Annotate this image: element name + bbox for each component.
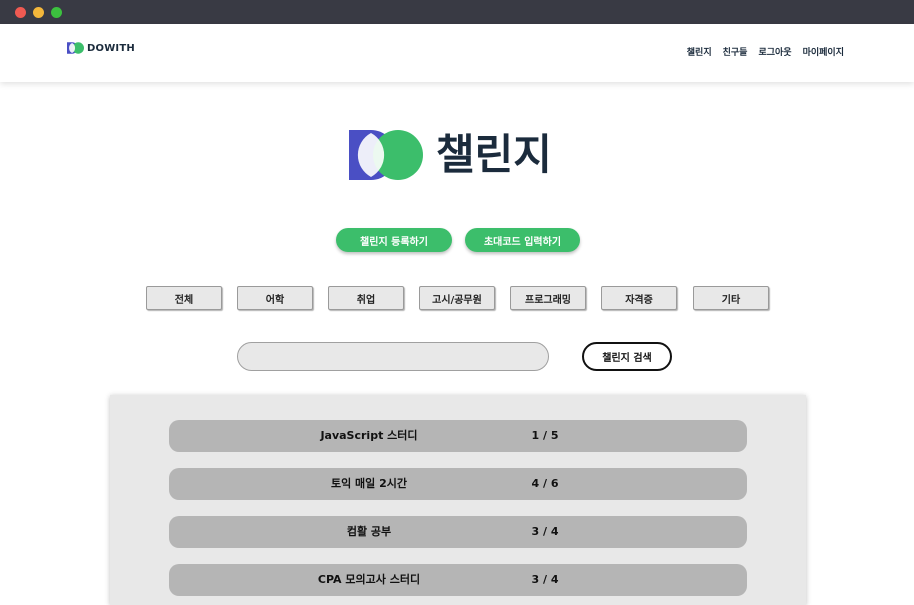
do-logo-icon [67, 42, 84, 54]
challenge-row[interactable]: CPA 모의고사 스터디 3 / 4 [169, 564, 747, 596]
challenge-list: JavaScript 스터디 1 / 5 토익 매일 2시간 4 / 6 컴활 … [110, 395, 806, 605]
challenge-row[interactable]: 토익 매일 2시간 4 / 6 [169, 468, 747, 500]
nav-friends[interactable]: 친구들 [723, 45, 748, 58]
category-etc[interactable]: 기타 [693, 286, 769, 310]
invite-code-button[interactable]: 초대코드 입력하기 [465, 228, 580, 252]
challenge-members: 3 / 4 [531, 573, 559, 586]
challenge-row[interactable]: 컴활 공부 3 / 4 [169, 516, 747, 548]
site-logo[interactable]: DOWITH [67, 42, 135, 54]
category-civil-exam[interactable]: 고시/공무원 [419, 286, 495, 310]
challenge-row[interactable]: JavaScript 스터디 1 / 5 [169, 420, 747, 452]
do-logo-icon [349, 130, 423, 180]
challenge-members: 3 / 4 [531, 525, 559, 538]
site-header: DOWITH 챌린지 친구들 로그아웃 마이페이지 [0, 24, 914, 82]
challenge-members: 4 / 6 [531, 477, 559, 490]
search-input[interactable] [237, 342, 549, 371]
page-title: 챌린지 [436, 130, 552, 179]
search-button[interactable]: 챌린지 검색 [582, 342, 672, 371]
register-challenge-button[interactable]: 챌린지 등록하기 [336, 228, 452, 252]
window-titlebar [0, 0, 914, 24]
page-hero: 챌린지 [349, 130, 552, 180]
window-minimize-button[interactable] [33, 7, 44, 18]
category-all[interactable]: 전체 [146, 286, 222, 310]
category-programming[interactable]: 프로그래밍 [510, 286, 586, 310]
nav-mypage[interactable]: 마이페이지 [803, 45, 844, 58]
window-close-button[interactable] [15, 7, 26, 18]
category-language[interactable]: 어학 [237, 286, 313, 310]
window-maximize-button[interactable] [51, 7, 62, 18]
category-employment[interactable]: 취업 [328, 286, 404, 310]
main-nav: 챌린지 친구들 로그아웃 마이페이지 [687, 45, 844, 58]
nav-logout[interactable]: 로그아웃 [758, 45, 791, 58]
nav-challenge[interactable]: 챌린지 [687, 45, 712, 58]
challenge-members: 1 / 5 [531, 429, 559, 442]
logo-text: DOWITH [87, 42, 135, 54]
category-certificate[interactable]: 자격증 [601, 286, 677, 310]
